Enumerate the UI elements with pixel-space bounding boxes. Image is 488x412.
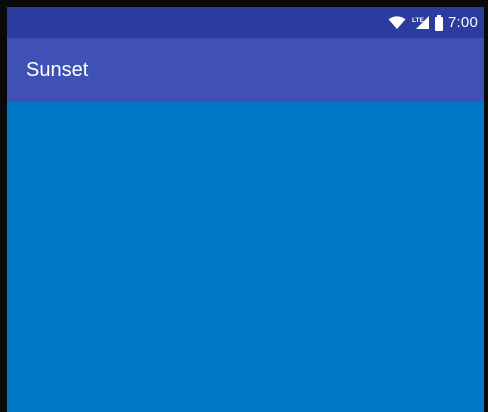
device-frame: LTE 7:00 Sunset	[0, 0, 488, 412]
status-time: 7:00	[448, 14, 478, 31]
status-icons: LTE	[388, 14, 444, 31]
app-screen: LTE 7:00 Sunset	[7, 7, 484, 412]
cellular-signal-icon: LTE	[410, 15, 430, 30]
battery-icon	[434, 14, 444, 31]
device-frame-edge	[484, 0, 488, 412]
network-type-label: LTE	[412, 17, 424, 24]
app-title: Sunset	[26, 58, 89, 81]
wifi-icon	[388, 15, 406, 30]
sunset-scene[interactable]	[7, 102, 484, 412]
app-bar: Sunset	[7, 38, 484, 102]
status-bar: LTE 7:00	[7, 7, 484, 38]
